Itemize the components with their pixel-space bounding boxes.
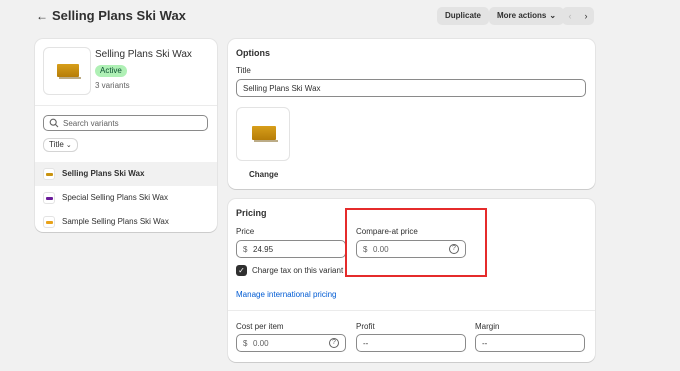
variant-swatch [46,197,53,200]
search-variants-input[interactable]: Search variants [43,115,208,131]
variant-label: Sample Selling Plans Ski Wax [62,217,169,226]
wax-image [252,126,276,140]
title-filter-button[interactable]: Title ⌄ [43,138,78,152]
profit-label: Profit [356,322,375,331]
divider [35,105,217,106]
back-arrow-icon[interactable]: ← [36,9,50,23]
margin-field: -- [475,334,585,352]
product-name: Selling Plans Ski Wax [95,49,192,60]
price-label: Price [236,227,255,236]
pricing-heading: Pricing [236,208,267,218]
options-card: Options Title Selling Plans Ski Wax Chan… [228,39,595,189]
chevron-down-icon: ⌄ [65,142,72,149]
wax-shadow [254,140,278,142]
wax-shadow [59,77,81,79]
divider [228,310,595,311]
variant-thumbnail [43,168,55,180]
margin-label: Margin [475,322,500,331]
variant-label: Special Selling Plans Ski Wax [62,193,168,202]
help-icon[interactable]: ? [329,338,339,348]
duplicate-button[interactable]: Duplicate [437,7,490,25]
cost-per-item-value: 0.00 [253,339,269,348]
title-filter-label: Title [49,140,64,149]
more-actions-button[interactable]: More actions ⌄ [489,7,565,25]
page-title: Selling Plans Ski Wax [52,8,186,23]
highlight-box [345,208,487,277]
charge-tax-label: Charge tax on this variant [252,266,344,275]
manage-international-pricing-link[interactable]: Manage international pricing [236,290,337,299]
pagination: ‹ › [562,7,594,25]
product-thumbnail[interactable] [43,47,91,95]
variant-row[interactable]: Sample Selling Plans Ski Wax [35,210,217,234]
status-badge: Active [95,65,127,77]
price-input[interactable]: $ 24.95 [236,240,346,258]
search-placeholder: Search variants [63,119,119,128]
variant-count: 3 variants [95,81,130,90]
chevron-left-icon[interactable]: ‹ [562,7,578,25]
currency-symbol: $ [243,339,248,348]
variant-image[interactable] [236,107,290,161]
options-heading: Options [236,48,270,58]
charge-tax-checkbox[interactable]: ✓ [236,265,247,276]
title-label: Title [236,66,251,75]
margin-value: -- [482,339,488,348]
title-value: Selling Plans Ski Wax [243,84,321,93]
search-icon [49,118,59,128]
variant-swatch [46,173,53,176]
page-header: ← Selling Plans Ski Wax Duplicate More a… [0,0,680,32]
more-actions-label: More actions [497,11,547,20]
profit-value: -- [363,339,369,348]
variant-label: Selling Plans Ski Wax [62,169,145,178]
cost-per-item-input[interactable]: $ 0.00 ? [236,334,346,352]
variant-row[interactable]: Selling Plans Ski Wax [35,162,217,186]
product-variants-card: Selling Plans Ski Wax Active 3 variants … [35,39,217,232]
variant-row[interactable]: Special Selling Plans Ski Wax [35,186,217,210]
variant-thumbnail [43,192,55,204]
cost-per-item-label: Cost per item [236,322,284,331]
variant-thumbnail [43,216,55,228]
profit-field: -- [356,334,466,352]
change-image-button[interactable]: Change [249,170,278,179]
chevron-down-icon: ⌄ [549,11,557,20]
wax-image [57,64,79,77]
currency-symbol: $ [243,245,248,254]
title-input[interactable]: Selling Plans Ski Wax [236,79,586,97]
chevron-right-icon[interactable]: › [578,7,594,25]
price-value: 24.95 [253,245,274,254]
variant-swatch [46,221,53,224]
